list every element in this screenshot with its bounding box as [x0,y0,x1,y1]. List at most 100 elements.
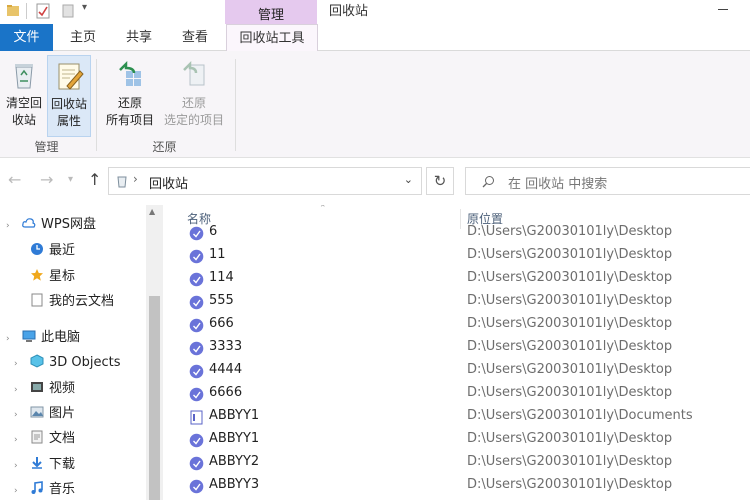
blue-doc-icon [189,387,204,402]
file-name: 6666 [209,385,243,400]
group-separator [96,59,97,151]
recycle-bin-properties-button[interactable]: 回收站 属性 [47,55,91,137]
restore-all-button[interactable]: 还原 所有项目 [101,55,159,137]
sidebar-item-label: 音乐 [49,482,76,497]
tab-recycle-bin-tools[interactable]: 回收站工具 [226,24,318,52]
sidebar-item-label: 视频 [49,381,76,396]
table-row[interactable]: 114 D:\Users\G20030101ly\Desktop [165,268,750,291]
blue-doc-icon [189,456,204,471]
sidebar-item-music[interactable]: 音乐 [30,479,75,501]
table-row[interactable]: 6 D:\Users\G20030101ly\Desktop [165,222,750,245]
cube-icon [30,354,44,368]
empty-bin-label-line1: 清空回 [5,96,42,110]
star-icon [31,269,43,281]
qat-dropdown-icon[interactable]: ▾ [82,2,87,13]
restore-all-icon [119,60,141,86]
sidebar-item-label: 文档 [49,431,76,446]
sidebar-item-starred[interactable]: 星标 [30,266,75,288]
table-row[interactable]: 4444 D:\Users\G20030101ly\Desktop [165,360,750,383]
restore-selected-icon [183,60,205,86]
address-bar[interactable]: › 回收站 ⌄ [108,167,422,195]
file-name: 3333 [209,339,243,354]
expand-chevron-icon[interactable]: › [14,435,18,445]
recycle-bin-icon [15,64,33,89]
sidebar-item-label: 3D Objects [49,355,121,370]
file-name: 6 [209,224,218,239]
table-row[interactable]: 11 D:\Users\G20030101ly\Desktop [165,245,750,268]
nav-scrollbar-thumb[interactable] [149,296,160,500]
table-row[interactable]: ABBYY3 D:\Users\G20030101ly\Desktop [165,475,750,498]
context-tab-manage[interactable]: 管理 [225,0,317,24]
table-row[interactable]: ABBYY2 D:\Users\G20030101ly\Desktop [165,452,750,475]
sidebar-item-pictures[interactable]: 图片 [30,403,75,425]
sidebar-item-3d-objects[interactable]: 3D Objects [30,352,121,374]
restore-selected-button[interactable]: 还原 选定的项目 [160,55,228,137]
original-location: D:\Users\G20030101ly\Desktop [467,316,673,331]
tab-file[interactable]: 文件 [0,24,53,51]
table-row[interactable]: 6666 D:\Users\G20030101ly\Desktop [165,383,750,406]
sidebar-item-recent[interactable]: 最近 [30,240,75,262]
blue-doc-icon [189,433,204,448]
table-row[interactable]: 3333 D:\Users\G20030101ly\Desktop [165,337,750,360]
expand-chevron-icon[interactable]: › [6,221,10,231]
up-arrow-icon[interactable]: ↑ [88,170,101,189]
cloud-icon [22,218,36,228]
table-row[interactable]: 555 D:\Users\G20030101ly\Desktop [165,291,750,314]
expand-chevron-icon[interactable]: › [6,334,10,344]
address-dropdown-icon[interactable]: ⌄ [404,173,413,186]
refresh-button[interactable]: ↻ [426,167,454,195]
empty-bin-label-line2: 收站 [11,113,36,127]
original-location: D:\Users\G20030101ly\Desktop [467,385,673,400]
sidebar-item-videos[interactable]: 视频 [30,378,75,400]
sort-ascending-icon: ⌃ [319,205,327,214]
recent-locations-chevron-icon[interactable]: ▾ [68,174,73,185]
tab-view[interactable]: 查看 [170,24,220,51]
table-row[interactable]: ABBYY1 D:\Users\G20030101ly\Desktop [165,429,750,452]
tab-share[interactable]: 共享 [114,24,164,51]
sidebar-item-label: 最近 [49,243,76,258]
expand-chevron-icon[interactable]: › [14,410,18,420]
restore-all-label-line2: 所有项目 [105,113,154,127]
blue-doc-icon [189,249,204,264]
sidebar-item-wps-drive[interactable]: WPS网盘 [22,214,96,236]
sidebar-item-label: 图片 [49,406,76,421]
blue-doc-icon [189,226,204,241]
tab-home[interactable]: 主页 [58,24,108,51]
expand-chevron-icon[interactable]: › [14,359,18,369]
table-row[interactable]: 666 D:\Users\G20030101ly\Desktop [165,314,750,337]
file-name: ABBYY1 [209,431,260,446]
search-input[interactable]: 在 回收站 中搜索 [465,167,750,195]
breadcrumb-chevron-icon[interactable]: › [133,172,138,186]
file-name: 114 [209,270,234,285]
sidebar-item-downloads[interactable]: 下载 [30,454,75,476]
file-name: 4444 [209,362,243,377]
expand-chevron-icon[interactable]: › [14,461,18,471]
blue-doc-icon [189,364,204,379]
table-row[interactable]: ABBYY1 D:\Users\G20030101ly\Documents [165,406,750,429]
expand-chevron-icon[interactable]: › [14,486,18,496]
forward-arrow-icon[interactable]: → [40,170,53,189]
clock-icon [31,243,43,255]
window-title: 回收站 [329,4,369,19]
expand-chevron-icon[interactable]: › [14,385,18,395]
qat-separator [26,3,27,19]
scroll-up-arrow-icon[interactable]: ▲ [149,207,155,216]
file-name: 11 [209,247,226,262]
properties-check-icon[interactable] [36,3,50,19]
navigation-pane: › WPS网盘 最近 星标 我的云文档 › 此电脑 › 3D Objects ›… [0,205,145,500]
properties-pencil-icon [58,63,84,90]
back-arrow-icon[interactable]: ← [8,170,21,189]
new-folder-icon[interactable] [62,3,74,19]
abbyy-doc-icon [190,410,203,425]
ribbon-tab-bar: 文件 主页 共享 查看 回收站工具 [0,24,750,52]
original-location: D:\Users\G20030101ly\Documents [467,408,693,423]
sidebar-item-this-pc[interactable]: 此电脑 [22,327,80,349]
breadcrumb[interactable]: 回收站 [149,173,188,192]
sidebar-item-cloud-docs[interactable]: 我的云文档 [30,291,114,313]
minimize-button[interactable] [718,9,728,10]
video-icon [31,382,43,392]
original-location: D:\Users\G20030101ly\Desktop [467,362,673,377]
sidebar-item-documents[interactable]: 文档 [30,428,75,450]
folder-icon[interactable] [6,3,20,19]
empty-recycle-bin-button[interactable]: 清空回 收站 [2,55,46,137]
